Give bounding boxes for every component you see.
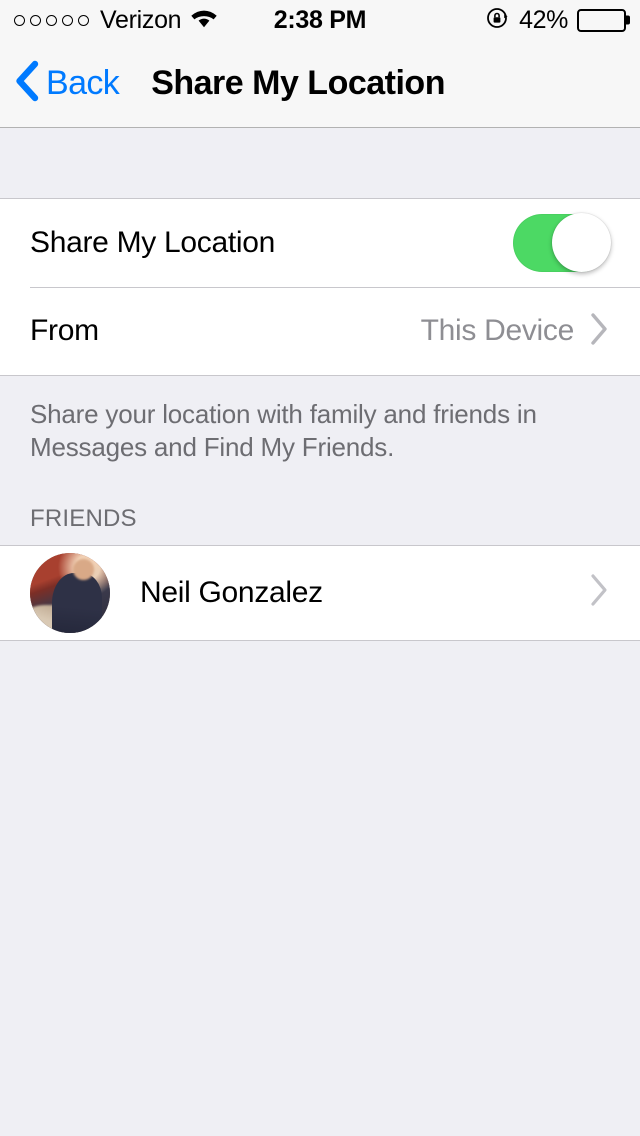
- friend-row-accessory: [588, 572, 610, 613]
- share-location-group: Share My Location From This Device: [0, 198, 640, 376]
- share-location-footer-text: Share your location with family and frie…: [0, 376, 640, 465]
- share-my-location-row[interactable]: Share My Location: [0, 199, 640, 287]
- signal-dot: [14, 14, 25, 26]
- page-title: Share My Location: [151, 64, 445, 102]
- signal-dot: [78, 14, 89, 26]
- friend-name: Neil Gonzalez: [140, 575, 323, 609]
- signal-dot: [46, 14, 57, 26]
- navigation-bar: Back Share My Location: [0, 40, 640, 128]
- from-row[interactable]: From This Device: [0, 287, 640, 375]
- wifi-icon: [190, 7, 218, 33]
- from-accessory: This Device: [421, 311, 610, 352]
- back-button[interactable]: Back: [0, 59, 120, 108]
- toggle-knob: [552, 213, 611, 272]
- chevron-right-icon: [588, 311, 610, 352]
- screen: Verizon 2:38 PM 42% Back Share My Locati…: [0, 0, 640, 1136]
- signal-strength-dots: [14, 14, 89, 26]
- signal-dot: [62, 14, 73, 26]
- avatar: [30, 552, 110, 633]
- friends-section-header: FRIENDS: [0, 464, 640, 545]
- status-bar-left: Verizon: [14, 6, 218, 35]
- avatar-subject: [52, 573, 102, 633]
- status-bar-right: 42%: [486, 6, 626, 35]
- empty-area: [0, 640, 640, 1136]
- status-bar: Verizon 2:38 PM 42%: [0, 0, 640, 40]
- chevron-left-icon: [14, 59, 40, 108]
- battery-icon: [577, 8, 626, 32]
- battery-percent-label: 42%: [519, 5, 568, 34]
- friends-group: Neil Gonzalez: [0, 544, 640, 641]
- section-gap: [0, 128, 640, 198]
- chevron-right-icon: [588, 572, 610, 613]
- signal-dot: [30, 14, 41, 26]
- share-my-location-label: Share My Location: [30, 226, 276, 259]
- from-value: This Device: [420, 314, 575, 347]
- carrier-label: Verizon: [100, 5, 182, 34]
- rotation-lock-icon: [486, 6, 510, 35]
- avatar-face: [73, 558, 94, 580]
- back-button-label: Back: [46, 64, 120, 102]
- friend-row[interactable]: Neil Gonzalez: [0, 545, 640, 640]
- share-my-location-toggle[interactable]: [513, 213, 611, 272]
- from-label: From: [30, 314, 99, 347]
